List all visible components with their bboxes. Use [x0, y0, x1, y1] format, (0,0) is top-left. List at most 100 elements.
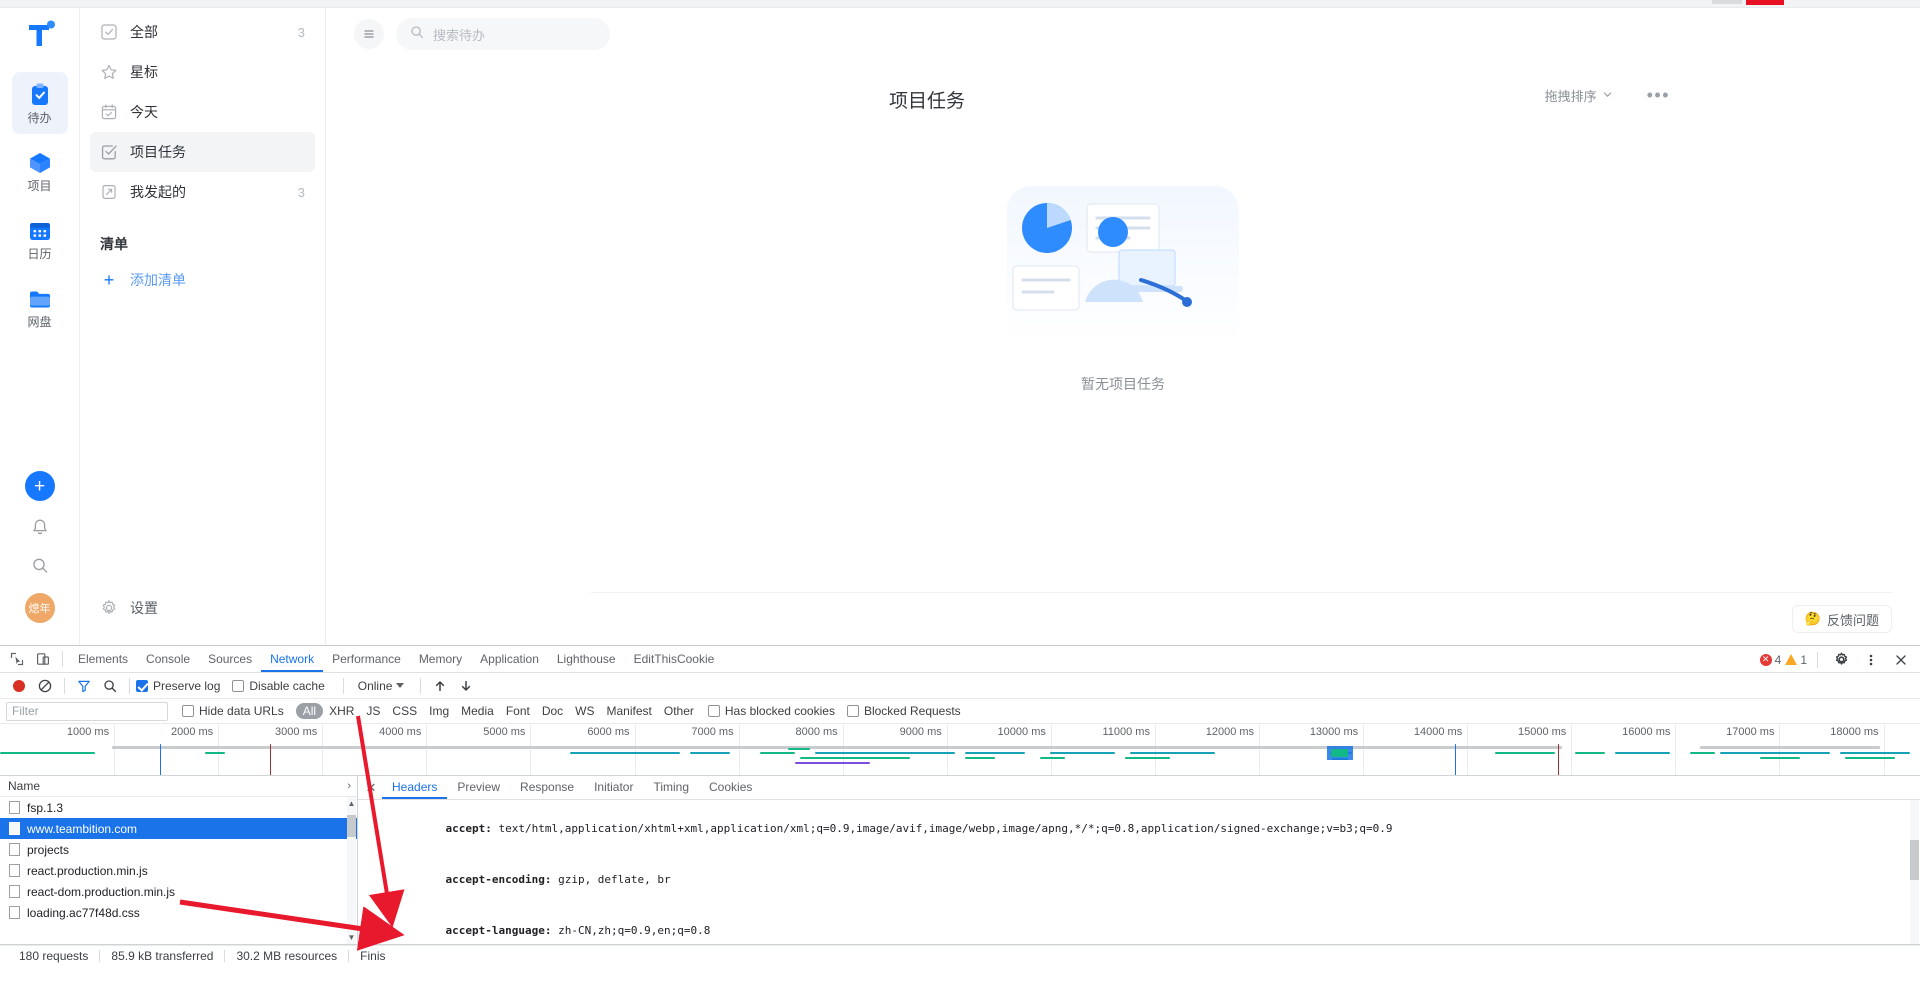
detail-tab-initiator[interactable]: Initiator [584, 776, 643, 799]
sidebar-item-today[interactable]: 今天 [90, 92, 315, 132]
filter-type-font[interactable]: Font [500, 704, 536, 718]
filter-type-media[interactable]: Media [455, 704, 500, 718]
filter-toggle-button[interactable] [71, 674, 97, 698]
inspect-element-icon[interactable] [4, 647, 30, 671]
detail-tab-cookies[interactable]: Cookies [699, 776, 762, 799]
scroll-down-icon[interactable]: ▼ [347, 933, 356, 942]
tab-application[interactable]: Application [471, 646, 548, 672]
chevron-down-icon[interactable] [396, 683, 405, 688]
timeline-tick-label: 10000 ms [997, 726, 1046, 738]
error-count-badge[interactable]: ✕ 4 [1759, 653, 1781, 667]
tab-network[interactable]: Network [261, 646, 323, 672]
sidebar-item-starred[interactable]: 星标 [90, 52, 315, 92]
filter-type-xhr[interactable]: XHR [323, 704, 360, 718]
search-input[interactable]: 搜索待办 [396, 18, 610, 50]
network-overview-timeline[interactable]: 1000 ms 2000 ms 3000 ms 4000 ms 5000 ms 6000 … [0, 724, 1920, 776]
timeline-tick-label: 11000 ms [1102, 726, 1150, 738]
timeline-bar [760, 752, 795, 754]
more-options-button[interactable]: ••• [1647, 86, 1670, 104]
filter-type-manifest[interactable]: Manifest [601, 704, 658, 718]
sidebar-item-all[interactable]: 全部 3 [90, 12, 315, 52]
sidebar-item-project-tasks[interactable]: 项目任务 [90, 132, 315, 172]
request-row-react-dom[interactable]: react-dom.production.min.js [0, 881, 357, 902]
file-icon [9, 801, 20, 814]
filter-type-js[interactable]: JS [360, 704, 386, 718]
hamburger-icon[interactable] [354, 19, 384, 49]
import-har-button[interactable] [427, 674, 453, 698]
request-list-scrollbar-thumb[interactable] [347, 815, 356, 837]
detail-tab-response[interactable]: Response [510, 776, 584, 799]
tab-elements[interactable]: Elements [69, 646, 137, 672]
filter-type-other[interactable]: Other [658, 704, 700, 718]
record-button[interactable] [6, 674, 32, 698]
request-row-projects[interactable]: projects [0, 839, 357, 860]
tab-lighthouse[interactable]: Lighthouse [548, 646, 625, 672]
filter-type-doc[interactable]: Doc [536, 704, 569, 718]
rail-item-project[interactable]: 项目 [12, 140, 68, 202]
settings-button[interactable]: 设置 [90, 589, 316, 627]
sort-dropdown[interactable]: 拖拽排序 [1545, 86, 1613, 105]
file-icon [9, 864, 20, 877]
feedback-button[interactable]: 🤔 反馈问题 [1791, 605, 1892, 633]
request-headers-body[interactable]: accept: text/html,application/xhtml+xml,… [358, 800, 1920, 944]
timeline-bar [1840, 752, 1910, 754]
has-blocked-cookies-checkbox[interactable]: Has blocked cookies [707, 704, 835, 718]
avatar[interactable]: 熄年 [24, 593, 55, 623]
create-button[interactable]: + [24, 471, 55, 501]
filter-type-img[interactable]: Img [423, 704, 455, 718]
rail-item-calendar[interactable]: 日历 [12, 208, 68, 270]
tab-editthiscookie[interactable]: EditThisCookie [625, 646, 724, 672]
search-button[interactable] [97, 674, 123, 698]
timeline-tick [426, 724, 428, 775]
toggle-device-toolbar-icon[interactable] [30, 647, 56, 671]
search-icon[interactable] [29, 555, 51, 577]
empty-state: 暂无项目任务 [326, 180, 1920, 394]
column-overflow-icon[interactable]: › [347, 780, 351, 792]
tab-performance[interactable]: Performance [323, 646, 410, 672]
tab-sources[interactable]: Sources [199, 646, 261, 672]
filter-type-all[interactable]: All [295, 703, 324, 719]
window-close-button[interactable] [1746, 0, 1784, 5]
blocked-requests-checkbox[interactable]: Blocked Requests [846, 704, 961, 718]
throttle-select[interactable]: Online [358, 679, 393, 693]
request-list[interactable]: fsp.1.3 www.teambition.com projects reac… [0, 797, 357, 944]
gear-icon[interactable] [1828, 648, 1854, 672]
close-icon[interactable] [1888, 648, 1914, 672]
clear-button[interactable] [32, 674, 58, 698]
detail-tab-preview[interactable]: Preview [447, 776, 510, 799]
sidebar-item-created-by-me-count: 3 [297, 184, 305, 200]
scroll-up-icon[interactable]: ▲ [347, 799, 356, 808]
filter-input[interactable]: Filter [6, 701, 168, 721]
filter-type-css[interactable]: CSS [386, 704, 423, 718]
tab-memory[interactable]: Memory [410, 646, 471, 672]
tab-console[interactable]: Console [137, 646, 199, 672]
close-detail-icon[interactable]: ✕ [360, 780, 382, 796]
rail-item-calendar-label: 日历 [27, 247, 52, 261]
detail-tabs: ✕ Headers Preview Response Initiator Tim… [358, 776, 1920, 800]
window-maximize-button[interactable] [1712, 0, 1742, 4]
add-list-button[interactable]: + 添加清单 [90, 262, 315, 298]
preserve-log-checkbox[interactable]: Preserve log [136, 679, 220, 693]
disable-cache-checkbox[interactable]: Disable cache [232, 679, 325, 693]
file-icon [9, 843, 20, 856]
bell-icon[interactable] [29, 517, 51, 539]
rail-item-drive[interactable]: 网盘 [12, 276, 68, 338]
rail-item-todo[interactable]: 待办 [11, 72, 68, 134]
hide-data-urls-checkbox[interactable]: Hide data URLs [182, 704, 284, 718]
detail-tab-timing[interactable]: Timing [643, 776, 699, 799]
detail-tab-headers[interactable]: Headers [382, 776, 447, 799]
filter-type-ws[interactable]: WS [569, 704, 600, 718]
export-har-button[interactable] [453, 674, 479, 698]
request-row-fsp[interactable]: fsp.1.3 [0, 797, 357, 818]
warning-count-badge[interactable]: 1 [1785, 653, 1807, 667]
request-row-teambition[interactable]: www.teambition.com [0, 818, 357, 839]
detail-scrollbar-thumb[interactable] [1910, 840, 1919, 880]
upload-arrow-icon [436, 680, 445, 691]
devtools-menu-icon[interactable] [1858, 648, 1884, 672]
request-row-loading-css[interactable]: loading.ac77f48d.css [0, 902, 357, 923]
sidebar-item-created-by-me[interactable]: 我发起的 3 [90, 172, 315, 212]
request-row-react[interactable]: react.production.min.js [0, 860, 357, 881]
timeline-tick-label: 15000 ms [1517, 726, 1567, 738]
teambition-logo-icon[interactable] [21, 16, 59, 54]
timeline-tick [738, 724, 740, 775]
